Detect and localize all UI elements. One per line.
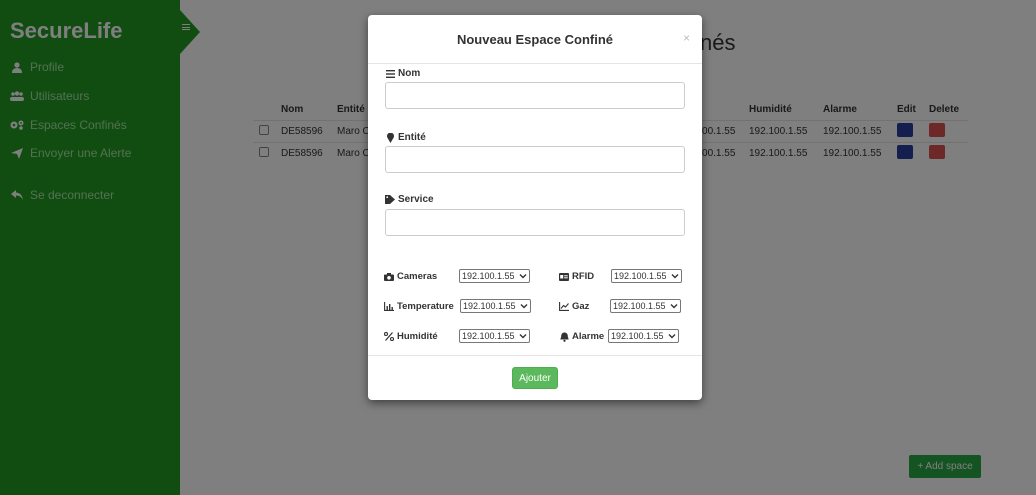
chart-line-icon [559, 302, 569, 312]
percent-icon [384, 332, 394, 342]
new-space-modal: Nouveau Espace Confiné × Nom Entité Serv… [368, 15, 702, 400]
modal-footer-divider [368, 355, 702, 356]
humidite-select[interactable]: 192.100.1.55 [459, 329, 530, 343]
cameras-select[interactable]: 192.100.1.55 [459, 269, 530, 283]
entite-label: Entité [385, 132, 426, 143]
entite-input[interactable] [385, 146, 685, 173]
service-input[interactable] [385, 209, 685, 236]
modal-header-divider [368, 63, 702, 64]
rfid-select[interactable]: 192.100.1.55 [611, 269, 682, 283]
gaz-select[interactable]: 192.100.1.55 [610, 299, 681, 313]
chevron-down-icon [519, 274, 527, 279]
camera-icon [384, 272, 394, 282]
chevron-down-icon [520, 304, 528, 309]
nom-input[interactable] [385, 82, 685, 109]
alarme-label: Alarme [559, 331, 604, 342]
temperature-label: Temperature [384, 301, 454, 312]
chevron-down-icon [671, 274, 679, 279]
id-card-icon [559, 272, 569, 282]
bell-icon [559, 332, 569, 342]
chevron-down-icon [519, 334, 527, 339]
gaz-label: Gaz [559, 301, 589, 312]
chevron-down-icon [668, 334, 676, 339]
temperature-select[interactable]: 192.100.1.55 [460, 299, 531, 313]
rfid-label: RFID [559, 271, 594, 282]
ajouter-button[interactable]: Ajouter [512, 367, 558, 389]
humidite-label: Humidité [384, 331, 438, 342]
alarme-select[interactable]: 192.100.1.55 [608, 329, 679, 343]
bars-icon [385, 69, 395, 79]
service-label: Service [385, 194, 434, 205]
close-icon[interactable]: × [683, 31, 690, 45]
nom-label: Nom [385, 68, 420, 79]
modal-title: Nouveau Espace Confiné [456, 32, 614, 47]
chart-bar-icon [384, 302, 394, 312]
chevron-down-icon [670, 304, 678, 309]
map-marker-icon [385, 132, 395, 143]
tag-icon [385, 195, 395, 205]
cameras-label: Cameras [384, 271, 437, 282]
